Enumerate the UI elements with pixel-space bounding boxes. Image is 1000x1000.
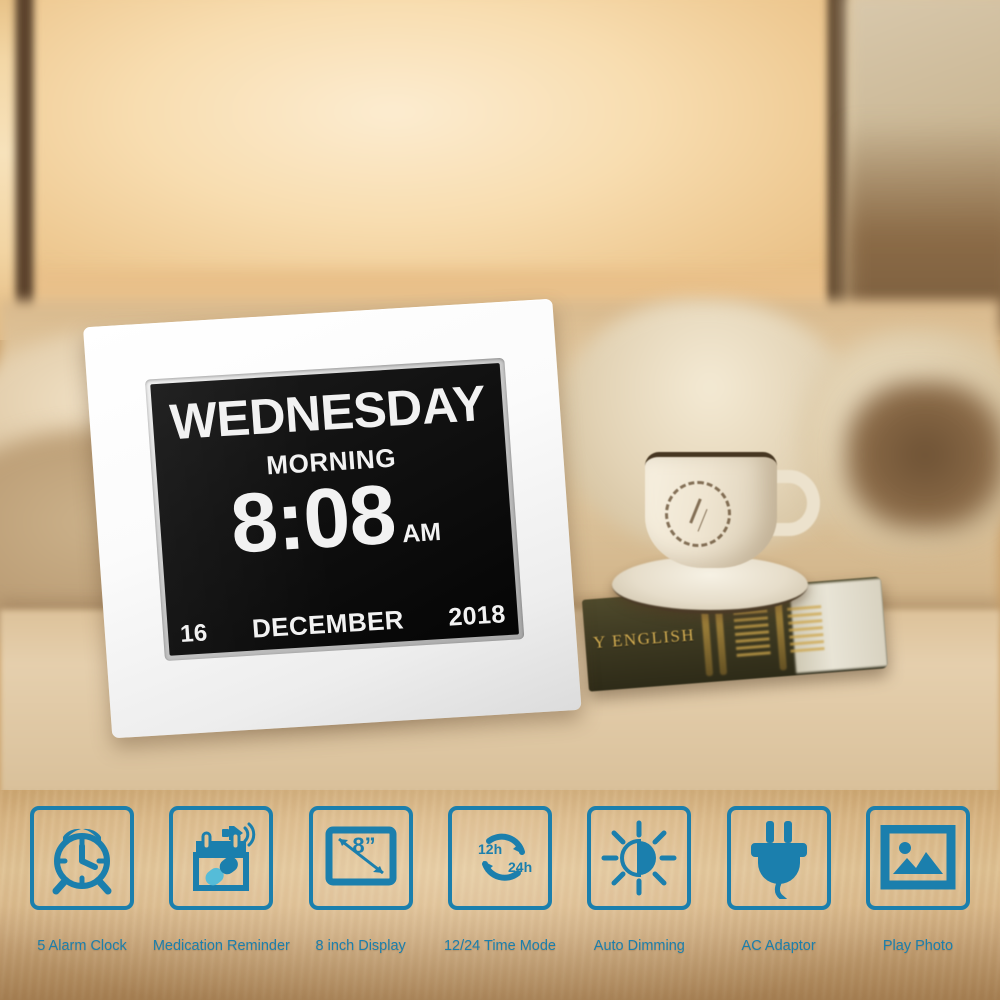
feature-label: 12/24 Time Mode (443, 938, 556, 954)
feature-label: Medication Reminder (152, 938, 290, 954)
feature-item-medication-reminder: Medication Reminder (153, 806, 290, 954)
feature-item-display-size: 8” 8 inch Display (297, 806, 425, 954)
clock-screen: WEDNESDAY MORNING 8:08 AM 16 DECEMBER 20… (150, 363, 520, 656)
display-year: 2018 (447, 600, 507, 632)
feature-label: 8 inch Display (315, 938, 406, 954)
feature-icon-row: 5 Alarm Clock Medication Reminder 8” 8 i… (0, 806, 1000, 1000)
alarm-clock-icon (30, 806, 134, 910)
feature-label: AC Adaptor (741, 938, 816, 954)
book-ornament (787, 605, 825, 654)
feature-item-time-mode: 12h 24h 12/24 Time Mode (436, 806, 564, 954)
medication-calendar-icon (169, 806, 274, 910)
feature-item-auto-dimming: Auto Dimming (575, 806, 703, 954)
display-date-row: 16 DECEMBER 2018 (167, 597, 519, 649)
screen-size-icon: 8” (308, 806, 413, 910)
feature-item-ac-adaptor: AC Adaptor (715, 806, 843, 954)
feature-item-play-photo: Play Photo (854, 806, 982, 954)
time-mode-cycle-icon: 12h 24h (447, 806, 552, 910)
mode-24h-label: 24h (508, 859, 532, 875)
book-ornament (733, 609, 771, 658)
display-time: 8:08 (227, 466, 399, 571)
clock-screen-bezel: WEDNESDAY MORNING 8:08 AM 16 DECEMBER 20… (144, 357, 525, 661)
feature-label: Play Photo (882, 938, 954, 954)
headboard-panel (28, 0, 838, 280)
display-day: 16 (179, 619, 209, 648)
day-clock-device: WEDNESDAY MORNING 8:08 AM 16 DECEMBER 20… (82, 298, 582, 744)
feature-item-alarm-clock: 5 Alarm Clock (18, 806, 146, 954)
screen-size-label: 8” (352, 833, 375, 858)
display-ampm: AM (401, 518, 443, 549)
cup-clock-stamp-icon (665, 481, 731, 547)
photo-frame-icon (865, 806, 970, 910)
headboard-divider-left (16, 0, 33, 348)
background-dark-blob (845, 380, 1000, 530)
ac-plug-icon (726, 806, 831, 910)
auto-dimming-sun-icon (587, 806, 692, 910)
book-spine-title: Y ENGLISH (592, 625, 696, 653)
coffee-cup (645, 452, 777, 568)
product-scene: Y ENGLISH WEDNESDAY MORNING 8:08 AM 16 D… (0, 0, 1000, 1000)
feature-label: 5 Alarm Clock (37, 938, 127, 954)
display-month: DECEMBER (251, 604, 405, 644)
feature-label: Auto Dimming (593, 938, 685, 954)
display-weekday: WEDNESDAY (168, 375, 488, 451)
mode-12h-label: 12h (478, 841, 502, 857)
